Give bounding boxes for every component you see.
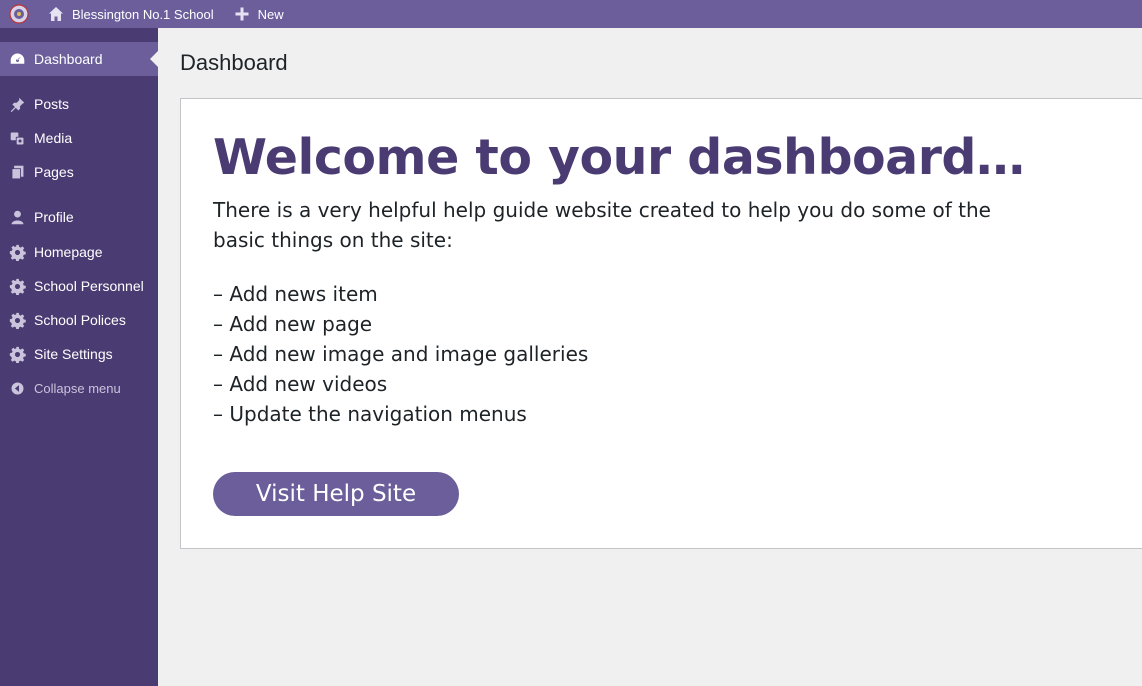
- page-title: Dashboard: [180, 50, 288, 75]
- sidebar-item-posts[interactable]: Posts: [0, 87, 158, 121]
- gear-icon: [0, 278, 34, 295]
- welcome-heading: Welcome to your dashboard…: [213, 129, 1025, 186]
- new-label: New: [257, 6, 284, 22]
- sidebar-item-site-settings[interactable]: Site Settings: [0, 337, 158, 371]
- sidebar-item-profile[interactable]: Profile: [0, 200, 158, 234]
- new-content-button[interactable]: New: [224, 0, 294, 28]
- list-item: – Add news item: [213, 282, 378, 306]
- task-list: – Add news item – Add new page – Add new…: [213, 279, 588, 429]
- plus-icon: [235, 7, 249, 21]
- gear-icon: [0, 244, 34, 261]
- sidebar-item-label: Site Settings: [34, 346, 113, 362]
- sidebar-item-label: Pages: [34, 164, 74, 180]
- sidebar-item-label: Posts: [34, 96, 70, 112]
- sidebar-item-school-polices[interactable]: School Polices: [0, 303, 158, 337]
- sidebar-item-label: Media: [34, 130, 73, 146]
- sidebar-item-label: School Polices: [34, 312, 126, 328]
- sidebar-item-media[interactable]: Media: [0, 121, 158, 155]
- admin-sidebar: Dashboard Posts Media Pages Profile Home…: [0, 28, 158, 686]
- sidebar-item-homepage[interactable]: Homepage: [0, 235, 158, 269]
- list-item: – Add new videos: [213, 372, 388, 396]
- list-item: – Add new page: [213, 312, 373, 336]
- sidebar-item-label: Homepage: [34, 244, 103, 260]
- sidebar-item-dashboard[interactable]: Dashboard: [0, 42, 158, 76]
- media-icon: [0, 130, 34, 147]
- visit-help-site-button[interactable]: Visit Help Site: [213, 472, 459, 516]
- sidebar-item-label: Profile: [34, 209, 74, 225]
- collapse-arrow-icon: [0, 381, 34, 396]
- sidebar-item-school-personnel[interactable]: School Personnel: [0, 269, 158, 303]
- pages-icon: [0, 164, 34, 181]
- site-home-link[interactable]: Blessington No.1 School: [38, 0, 224, 28]
- sidebar-item-pages[interactable]: Pages: [0, 155, 158, 189]
- list-item: – Update the navigation menus: [213, 402, 527, 426]
- welcome-panel: Welcome to your dashboard… There is a ve…: [180, 98, 1142, 549]
- school-crest-icon[interactable]: [0, 0, 38, 28]
- collapse-menu-label: Collapse menu: [34, 380, 121, 396]
- sidebar-item-label: School Personnel: [34, 278, 144, 294]
- list-item: – Add new image and image galleries: [213, 342, 589, 366]
- user-icon: [0, 209, 34, 226]
- welcome-intro: There is a very helpful help guide websi…: [213, 198, 991, 252]
- pin-icon: [0, 96, 34, 113]
- dashboard-icon: [0, 51, 34, 68]
- home-icon: [49, 7, 63, 21]
- gear-icon: [0, 312, 34, 329]
- collapse-menu-button[interactable]: Collapse menu: [0, 371, 158, 405]
- sidebar-item-label: Dashboard: [34, 51, 103, 67]
- site-name: Blessington No.1 School: [72, 6, 214, 22]
- gear-icon: [0, 346, 34, 363]
- admin-bar: Blessington No.1 School New: [0, 0, 1142, 28]
